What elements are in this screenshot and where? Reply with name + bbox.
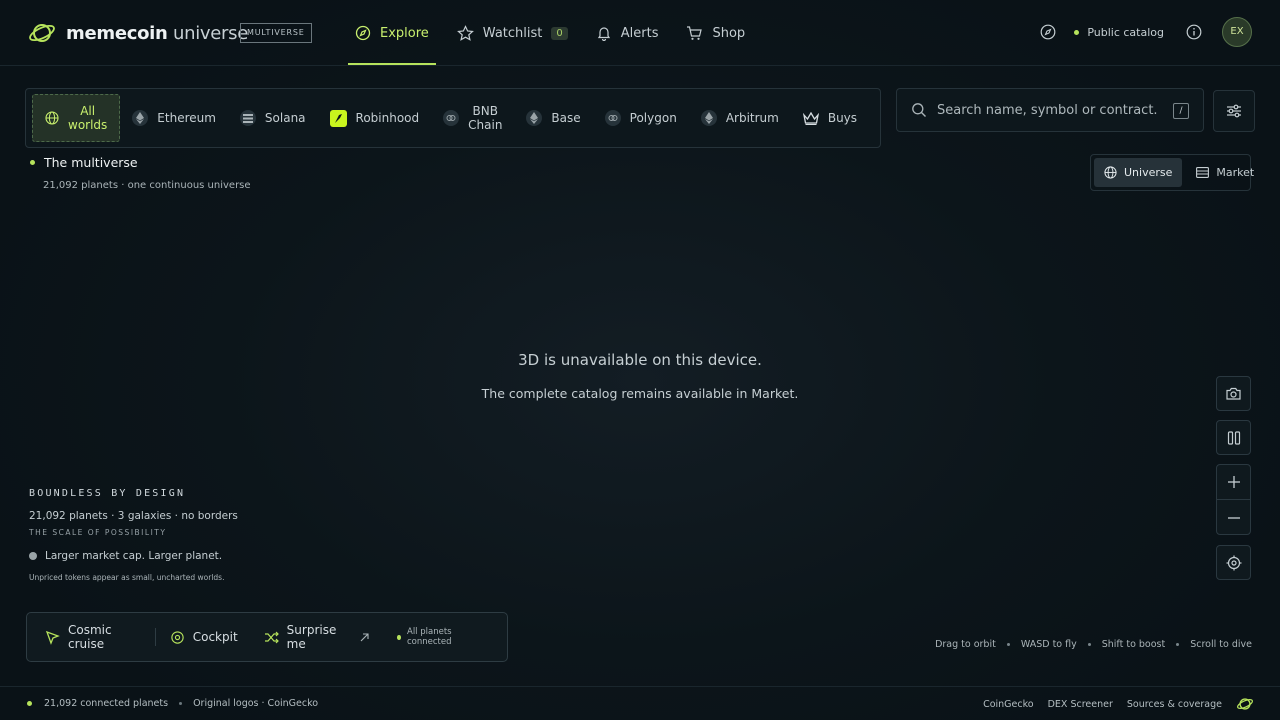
watchlist-count-badge: 0 (551, 26, 568, 40)
hint-drag: Drag to orbit (935, 639, 996, 650)
chain-all-worlds[interactable]: All worlds (32, 94, 121, 142)
star-icon (456, 24, 474, 42)
chain-base[interactable]: Base (514, 94, 592, 142)
chain-solana[interactable]: Solana (228, 94, 318, 142)
ethereum-icon (132, 110, 149, 126)
chain-bnb[interactable]: BNB Chain (431, 94, 514, 142)
pause-icon (1227, 430, 1241, 445)
search-shortcut-hint: / (1173, 103, 1189, 119)
legend-note: Unpriced tokens appear as small, unchart… (29, 573, 225, 582)
zoom-controls (1216, 464, 1251, 535)
base-icon (526, 110, 543, 126)
zoom-in-button[interactable] (1217, 465, 1250, 500)
link-dex-screener[interactable]: DEX Screener (1048, 699, 1113, 710)
cursor-arrow-icon (45, 630, 60, 645)
robinhood-icon (329, 109, 347, 127)
arbitrum-icon (700, 110, 717, 126)
planet-dot-icon (29, 552, 37, 560)
status-dot (1074, 29, 1080, 35)
hint-scroll: Scroll to dive (1190, 639, 1252, 650)
nav-shop[interactable]: Shop (679, 0, 752, 66)
footer: 21,092 connected planets Original logos … (0, 686, 1280, 720)
compass-outline-icon[interactable] (1040, 24, 1056, 40)
footer-links: CoinGecko DEX Screener Sources & coverag… (983, 696, 1254, 712)
search-input[interactable] (937, 102, 1157, 118)
action-bar: Cosmic cruise Cockpit Surprise me All pl… (26, 612, 508, 662)
bell-icon (596, 25, 612, 41)
minus-icon (1227, 516, 1241, 520)
chain-ethereum[interactable]: Ethereum (120, 94, 228, 142)
nav-watchlist[interactable]: Watchlist 0 (450, 0, 575, 66)
connection-status: All planets connected (396, 627, 489, 647)
status-dot (27, 701, 32, 706)
pause-button[interactable] (1216, 420, 1251, 455)
globe-icon (45, 111, 59, 125)
cart-icon (686, 25, 703, 41)
legend-stats: 21,092 planets · 3 galaxies · no borders (29, 510, 238, 522)
chain-arbitrum[interactable]: Arbitrum (689, 94, 791, 142)
search-box: / (896, 88, 1204, 132)
legend-caption: THE SCALE OF POSSIBILITY (29, 528, 167, 537)
chain-polygon[interactable]: Polygon (593, 94, 689, 142)
header-right: Public catalog EX (1040, 17, 1252, 47)
zoom-out-button[interactable] (1217, 500, 1250, 535)
catalog-message: The complete catalog remains available i… (481, 386, 799, 401)
legend-size-key: Larger market cap. Larger planet. (29, 550, 222, 562)
cosmic-cruise-button[interactable]: Cosmic cruise (45, 623, 141, 651)
chain-robinhood[interactable]: Robinhood (318, 94, 432, 142)
view-universe-button[interactable]: Universe (1094, 158, 1183, 187)
legend-heading: BOUNDLESS BY DESIGN (29, 488, 186, 499)
info-icon[interactable] (1186, 24, 1202, 40)
shuffle-icon (264, 631, 279, 644)
polygon-icon (604, 110, 621, 126)
nav-explore[interactable]: Explore (348, 0, 436, 66)
view-toggle: Universe Market (1090, 154, 1254, 191)
multiverse-subtitle: 21,092 planets · one continuous universe (43, 180, 251, 191)
target-icon (1226, 555, 1242, 571)
view-market-button[interactable]: Market (1186, 158, 1264, 187)
cockpit-button[interactable]: Cockpit (170, 630, 238, 645)
link-coingecko[interactable]: CoinGecko (983, 699, 1034, 710)
solana-icon (239, 110, 256, 126)
globe-icon (1104, 166, 1117, 179)
plus-icon (1227, 475, 1241, 489)
brand-logo[interactable]: memecoin universe (28, 20, 248, 46)
recenter-button[interactable] (1216, 545, 1251, 580)
multiverse-title: The multiverse (30, 155, 138, 170)
compass-icon (355, 25, 371, 41)
multiverse-tag: MULTIVERSE (240, 23, 312, 43)
main-nav: Explore Watchlist 0 Alerts Shop (348, 0, 766, 66)
footer-status: 21,092 connected planets Original logos … (27, 698, 318, 709)
filter-settings-button[interactable] (1213, 90, 1255, 132)
link-sources[interactable]: Sources & coverage (1127, 699, 1222, 710)
user-avatar[interactable]: EX (1222, 17, 1252, 47)
brand-name: memecoin universe (66, 22, 248, 44)
status-dot (30, 160, 35, 165)
public-catalog-status: Public catalog (1074, 26, 1164, 39)
unavailable-message: 3D is unavailable on this device. (518, 351, 762, 369)
planet-logo-icon (1236, 696, 1254, 712)
divider (154, 628, 156, 646)
camera-icon (1226, 387, 1241, 400)
arrow-up-right-icon (360, 632, 369, 642)
control-hints: Drag to orbit WASD to fly Shift to boost… (935, 639, 1252, 650)
screenshot-button[interactable] (1216, 376, 1251, 411)
sliders-icon (1226, 104, 1242, 118)
status-dot (396, 634, 401, 640)
crown-icon (802, 111, 819, 125)
planet-logo-icon (28, 20, 56, 46)
hint-shift: Shift to boost (1101, 639, 1166, 650)
crosshair-icon (170, 630, 185, 645)
top-header: memecoin universe MULTIVERSE Explore Wat… (0, 0, 1280, 66)
list-icon (1196, 167, 1210, 178)
chain-buys[interactable]: Buys (791, 94, 869, 142)
nav-alerts[interactable]: Alerts (589, 0, 666, 66)
hint-wasd: WASD to fly (1020, 639, 1077, 650)
search-icon (911, 102, 927, 118)
chain-filter-bar: All worlds Ethereum Solana Robinhood BNB C… (25, 88, 881, 148)
surprise-me-button[interactable]: Surprise me (264, 623, 369, 651)
bnb-icon (443, 110, 460, 126)
